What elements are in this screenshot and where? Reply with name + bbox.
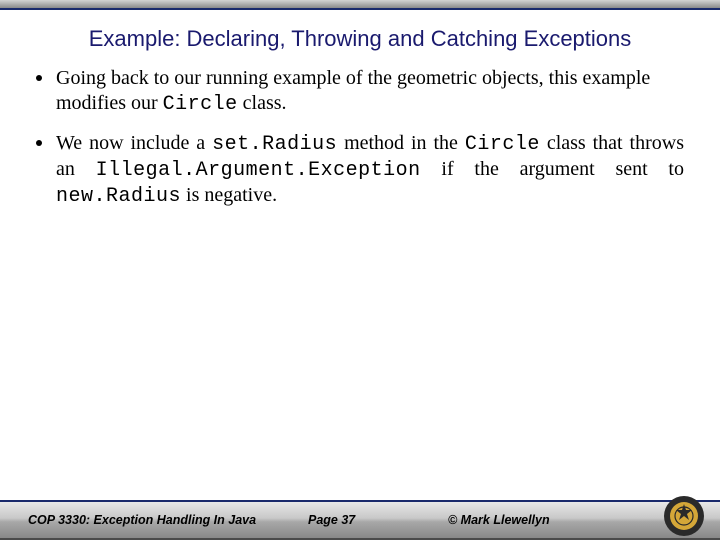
text-fragment: method in the xyxy=(337,132,465,154)
code-fragment: Circle xyxy=(163,93,238,116)
text-fragment: class. xyxy=(238,92,287,114)
text-fragment: We now include a xyxy=(56,132,212,154)
bullet-text: We now include a set.Radius method in th… xyxy=(56,131,684,209)
footer-page: Page 37 xyxy=(308,513,448,527)
ucf-logo-icon xyxy=(662,494,706,538)
top-accent-bar xyxy=(0,0,720,10)
footer-course: COP 3330: Exception Handling In Java xyxy=(28,513,308,527)
bullet-dot-icon xyxy=(36,140,42,146)
code-fragment: set.Radius xyxy=(212,133,337,156)
bullet-text: Going back to our running example of the… xyxy=(56,66,684,117)
text-fragment: Going back to our running example of the… xyxy=(56,67,650,114)
code-fragment: new.Radius xyxy=(56,185,181,208)
text-fragment: if the argument sent to xyxy=(421,158,684,180)
slide-footer: COP 3330: Exception Handling In Java Pag… xyxy=(0,500,720,540)
slide-title: Example: Declaring, Throwing and Catchin… xyxy=(0,10,720,66)
footer-content: COP 3330: Exception Handling In Java Pag… xyxy=(0,500,720,540)
bullet-dot-icon xyxy=(36,75,42,81)
bullet-item: We now include a set.Radius method in th… xyxy=(36,131,684,209)
footer-author: © Mark Llewellyn xyxy=(448,513,608,527)
text-fragment: is negative. xyxy=(181,184,277,206)
bullet-item: Going back to our running example of the… xyxy=(36,66,684,117)
code-fragment: Circle xyxy=(465,133,540,156)
code-fragment: Illegal.Argument.Exception xyxy=(96,159,421,182)
slide-content: Going back to our running example of the… xyxy=(0,66,720,209)
